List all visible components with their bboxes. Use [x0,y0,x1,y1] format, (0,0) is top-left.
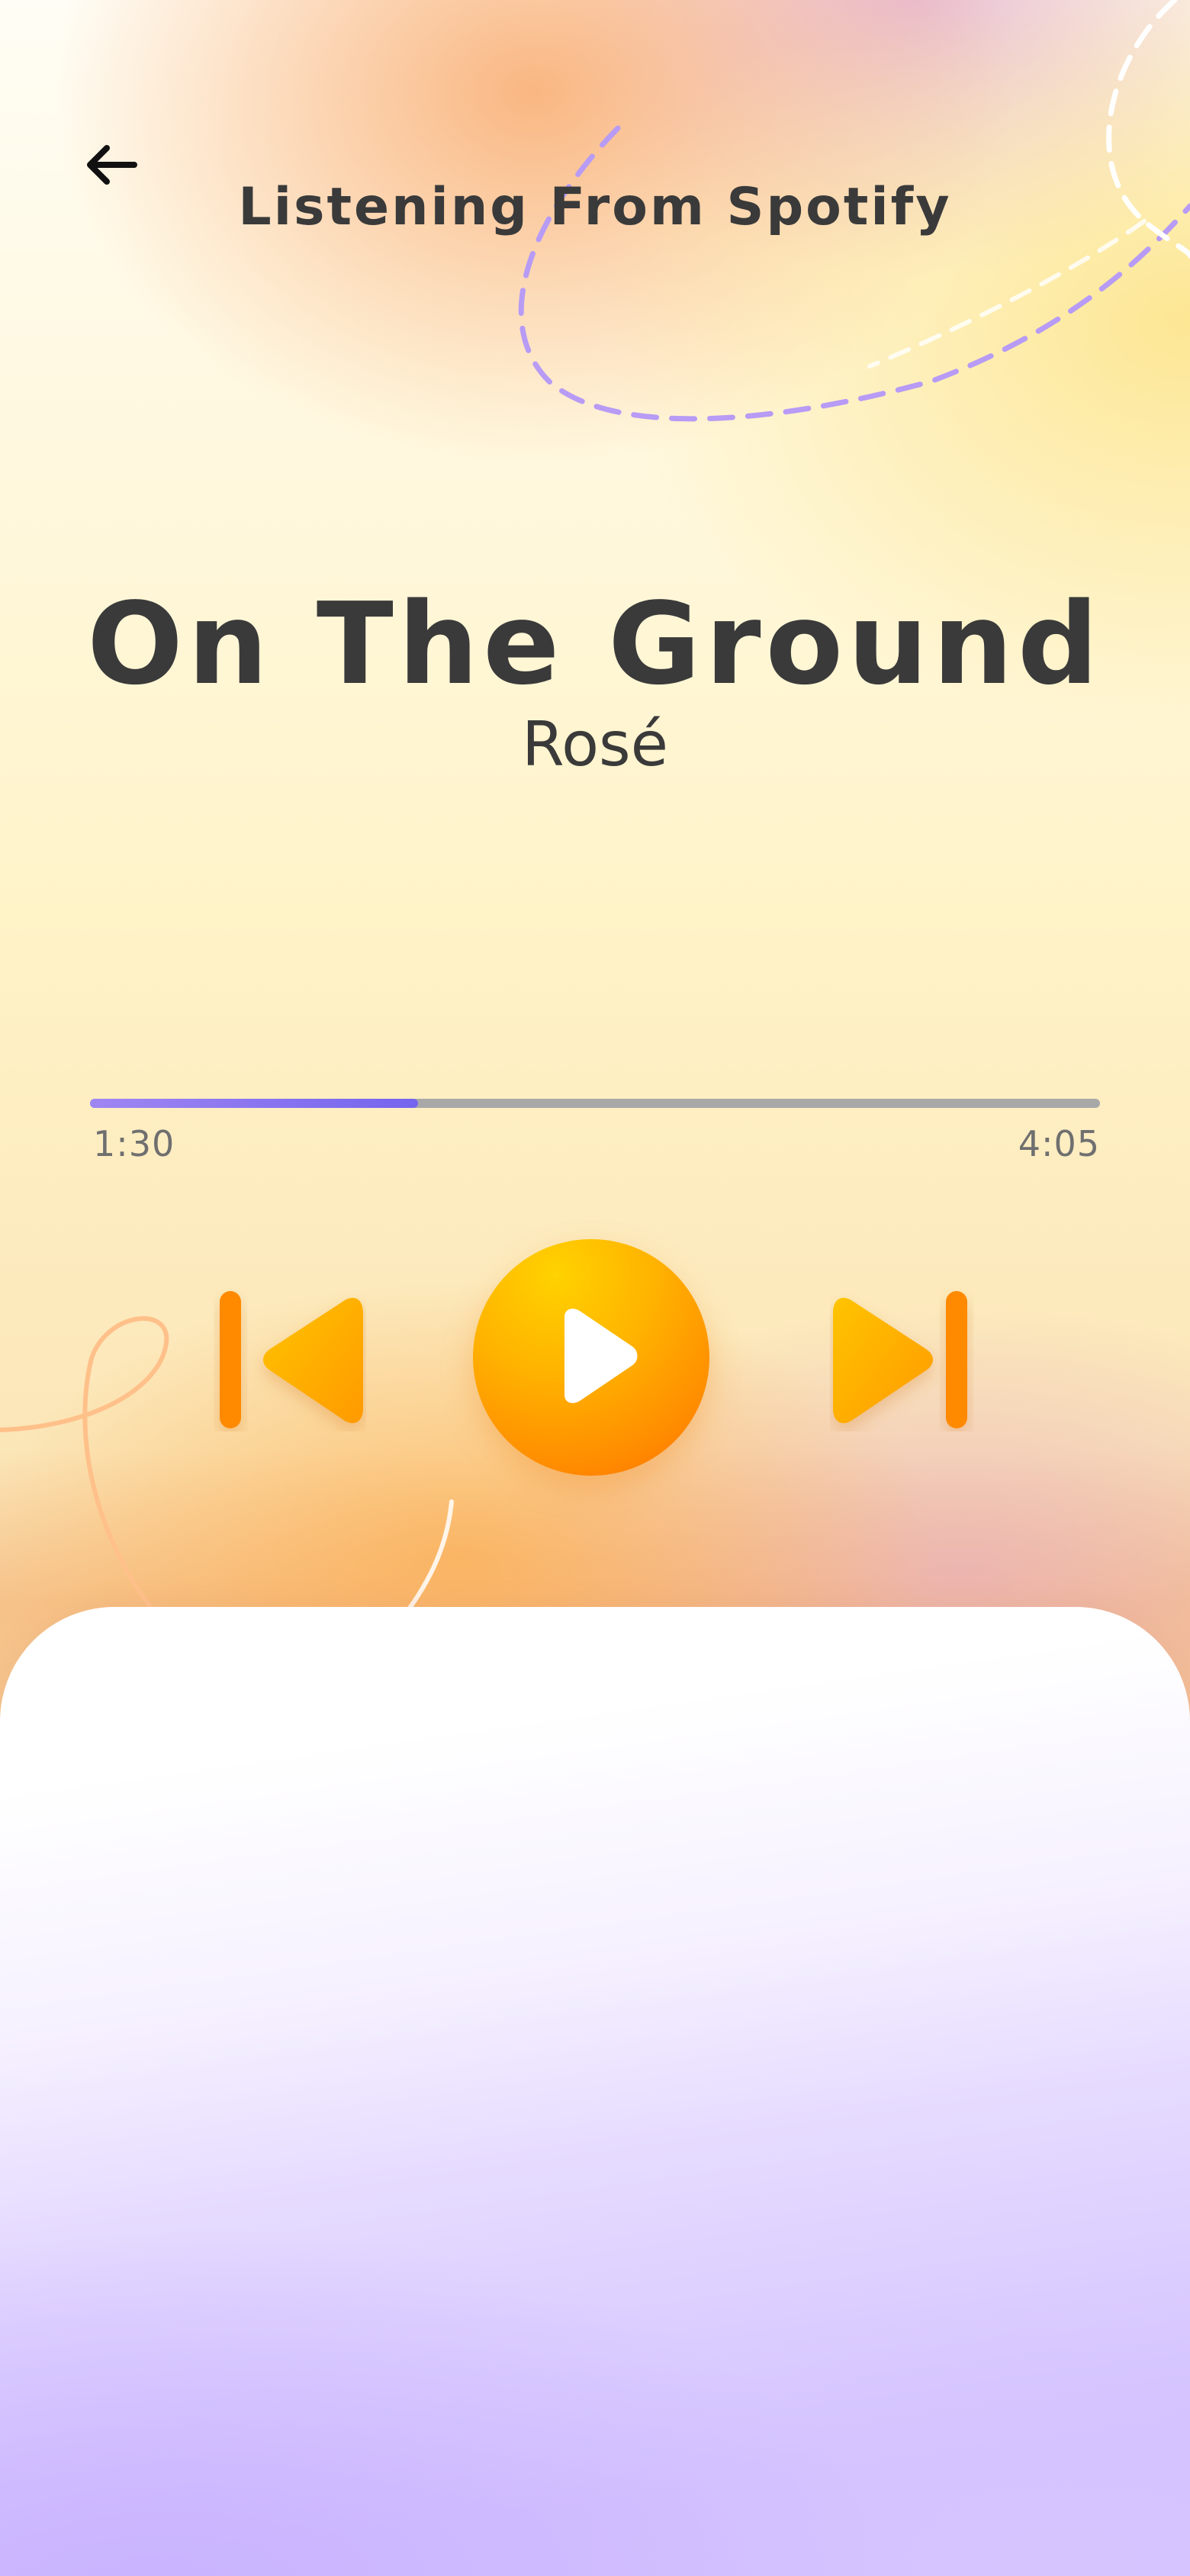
skip-next-icon [830,1291,983,1435]
elapsed-time: 1:30 [93,1123,175,1164]
page-title: Listening From Spotify [238,177,952,237]
track-title: On The Ground [87,578,1103,710]
total-time: 4:05 [1018,1123,1100,1164]
skip-previous-icon [214,1291,366,1435]
play-button[interactable] [473,1239,709,1476]
progress-bar-fill [90,1099,419,1108]
progress-bar[interactable] [90,1099,1100,1108]
next-button[interactable] [830,1288,983,1431]
play-icon [542,1306,641,1409]
bottom-sheet [0,1607,1190,2576]
previous-button[interactable] [214,1288,366,1431]
player-screen: Listening From Spotify On The Ground Ros… [0,0,1190,2576]
track-artist: Rosé [522,709,668,780]
